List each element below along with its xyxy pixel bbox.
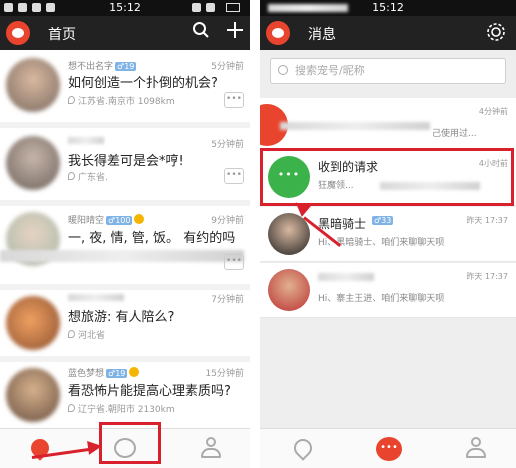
profile-tab-icon[interactable]	[466, 437, 486, 459]
post-time: 9分钟前	[211, 216, 244, 226]
gender-age-badge: ♂100	[106, 216, 133, 225]
bottom-tab-bar: •••	[260, 428, 516, 468]
post-time: 5分钟前	[211, 62, 244, 72]
gender-age-badge: ♂33	[372, 216, 394, 225]
status-bar: 15:12	[260, 0, 516, 16]
search-icon	[278, 65, 288, 75]
post-item[interactable]: 想旅游: 有人陪么? 河北省 7分钟前	[0, 290, 250, 356]
search-input[interactable]: 搜索宠号/昵称	[270, 58, 506, 84]
status-bar: 15:12	[0, 0, 250, 16]
post-meta: 暖阳晴空 ♂100	[68, 213, 145, 226]
location-pin-icon	[68, 330, 75, 338]
message-snippet: Hi、寨主王进、咱们来聊聊天呗	[318, 294, 445, 304]
post-text: 一, 夜, 情, 管, 饭。 有约的吗	[68, 231, 236, 246]
app-bar: 消息	[260, 16, 516, 50]
status-time: 15:12	[372, 1, 404, 14]
post-text: 如何创造一个扑倒的机会?	[68, 76, 218, 91]
avatar[interactable]	[6, 58, 60, 112]
more-icon[interactable]: •••	[224, 254, 244, 270]
post-item[interactable]: 想不出名字 ♂19 如何创造一个扑倒的机会? 江苏省.南京市 1098km 5分钟…	[0, 50, 250, 122]
post-location: 江苏省.南京市 1098km	[68, 94, 175, 107]
verified-icon	[134, 214, 145, 224]
annotation-arrow-head	[87, 439, 103, 455]
highlight-box	[99, 422, 161, 464]
post-meta: 蓝色梦想 ♂19	[68, 366, 140, 379]
post-location: 广东省.	[68, 170, 108, 183]
post-meta	[68, 137, 104, 147]
location-pin-icon	[68, 172, 75, 180]
wifi-icon	[206, 3, 215, 12]
profile-tab-icon[interactable]	[201, 437, 221, 459]
alarm-icon	[192, 3, 201, 12]
author-name: 蓝色梦想	[68, 369, 105, 379]
message-time: 昨天 17:37	[466, 272, 508, 281]
message-time: 4分钟前	[478, 107, 508, 116]
gear-icon[interactable]	[486, 22, 506, 48]
app-logo	[266, 21, 290, 45]
message-item[interactable]: 己使用过... 4分钟前	[260, 98, 516, 153]
location-pin-icon	[68, 404, 75, 412]
avatar[interactable]	[6, 296, 60, 350]
home-screen: 15:12 首页 想不出名字 ♂19 如何创造一个扑倒的机会? 江苏省.南京市 1…	[0, 0, 250, 468]
battery-icon	[226, 3, 240, 12]
post-text: 我长得差可是会*哼!	[68, 154, 184, 169]
message-time: 昨天 17:37	[466, 216, 508, 225]
location-tab-icon[interactable]	[290, 435, 316, 461]
post-item[interactable]: 我长得差可是会*哼! 广东省. 5分钟前 •••	[0, 128, 250, 200]
location-pin-icon	[68, 96, 75, 104]
verified-icon	[129, 367, 140, 377]
post-text: 想旅游: 有人陪么?	[68, 310, 175, 325]
search-icon[interactable]	[192, 21, 210, 45]
page-title: 消息	[308, 27, 336, 43]
message-name: 黑暗骑士	[318, 217, 367, 231]
avatar[interactable]	[6, 368, 60, 422]
app-bar: 首页	[0, 16, 250, 50]
blurred-region	[0, 250, 244, 262]
avatar[interactable]	[6, 136, 60, 190]
search-placeholder: 搜索宠号/昵称	[295, 64, 365, 77]
message-snippet: 己使用过...	[432, 129, 477, 139]
author-name: 暖阳晴空	[68, 216, 105, 226]
message-item[interactable]: Hi、寨主王进、咱们来聊聊天呗 昨天 17:37	[260, 263, 516, 318]
post-location: 辽宁省.朝阳市 2130km	[68, 402, 175, 415]
more-icon[interactable]: •••	[224, 92, 244, 108]
add-icon[interactable]	[226, 21, 244, 45]
post-item[interactable]: 蓝色梦想 ♂19 看恐怖片能提高心理素质吗? 辽宁省.朝阳市 2130km 15分…	[0, 362, 250, 428]
message-item[interactable]: 黑暗骑士 ♂33 Hi、黑暗骑士、咱们来聊聊天呗 昨天 17:37	[260, 207, 516, 262]
author-name: 想不出名字	[68, 62, 114, 72]
post-text: 看恐怖片能提高心理素质吗?	[68, 384, 231, 399]
post-time: 5分钟前	[211, 140, 244, 150]
highlight-box	[260, 148, 514, 206]
post-meta	[68, 294, 124, 304]
chat-tab-icon[interactable]: •••	[376, 437, 402, 461]
post-time: 15分钟前	[205, 369, 244, 379]
post-meta: 想不出名字 ♂19	[68, 59, 137, 72]
messages-screen: 15:12 消息 搜索宠号/昵称 己使用过... 4分钟前 收到的请求 狂魔领.…	[260, 0, 516, 468]
more-icon[interactable]: •••	[224, 168, 244, 184]
post-time: 7分钟前	[211, 295, 244, 305]
post-location: 河北省	[68, 328, 105, 341]
post-item[interactable]: 暖阳晴空 ♂100 一, 夜, 情, 管, 饭。 有约的吗 9分钟前 •••	[0, 206, 250, 284]
gender-age-badge: ♂19	[106, 369, 128, 378]
app-logo	[6, 21, 30, 45]
avatar	[268, 269, 310, 311]
gender-age-badge: ♂19	[115, 62, 137, 71]
page-title: 首页	[48, 27, 76, 43]
